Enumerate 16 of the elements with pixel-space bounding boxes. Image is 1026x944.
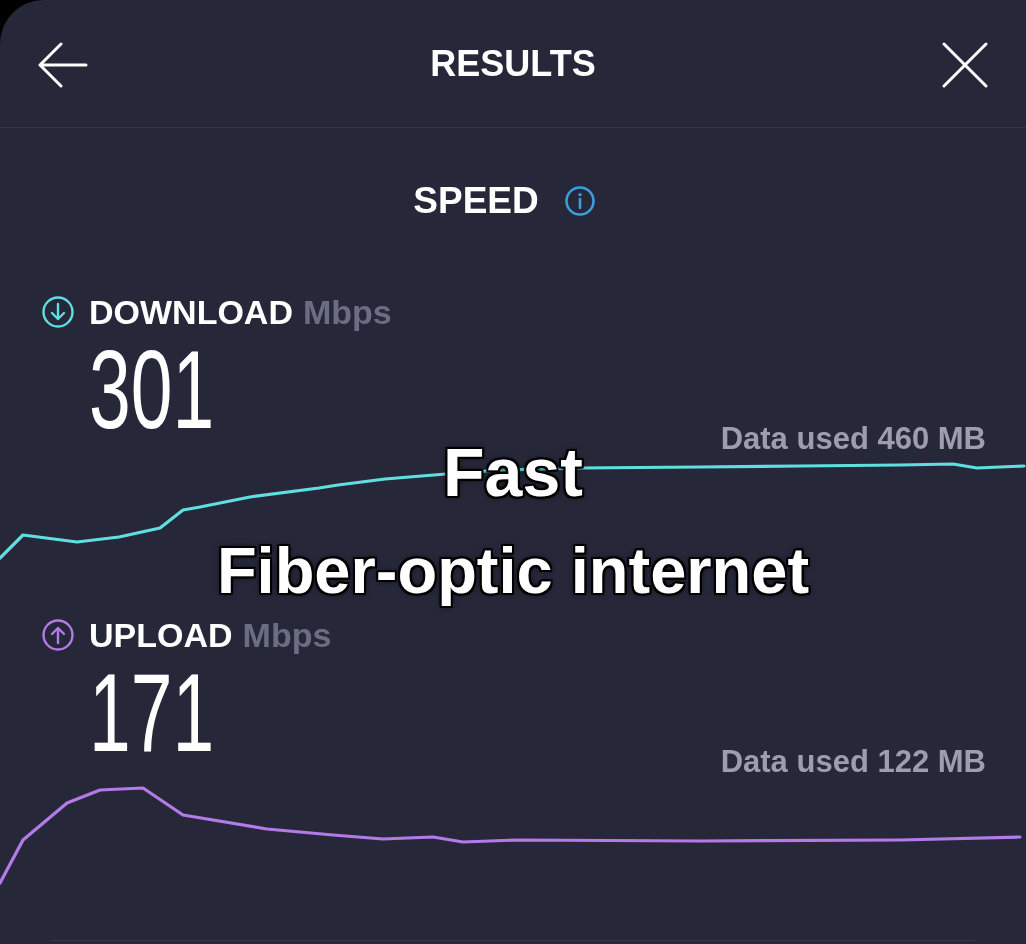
back-arrow-icon <box>38 42 88 88</box>
data-used-label: Data used 460 MB <box>720 420 986 457</box>
data-used-label: Data used 122 MB <box>720 743 986 780</box>
unit-label: Mbps <box>302 294 392 330</box>
unit-label: Mbps <box>242 616 332 653</box>
speed-value: 301 <box>89 340 215 441</box>
metric-label: UPLOAD <box>89 616 233 653</box>
back-button[interactable] <box>38 42 88 88</box>
screen-title: RESULTS <box>430 43 596 84</box>
speed-value: 171 <box>89 662 215 764</box>
metric-label: DOWNLOAD <box>89 294 293 330</box>
close-icon <box>942 42 988 88</box>
close-button[interactable] <box>942 42 988 88</box>
info-icon <box>564 186 595 216</box>
section-title: SPEED <box>413 181 539 221</box>
info-button[interactable] <box>564 186 595 216</box>
